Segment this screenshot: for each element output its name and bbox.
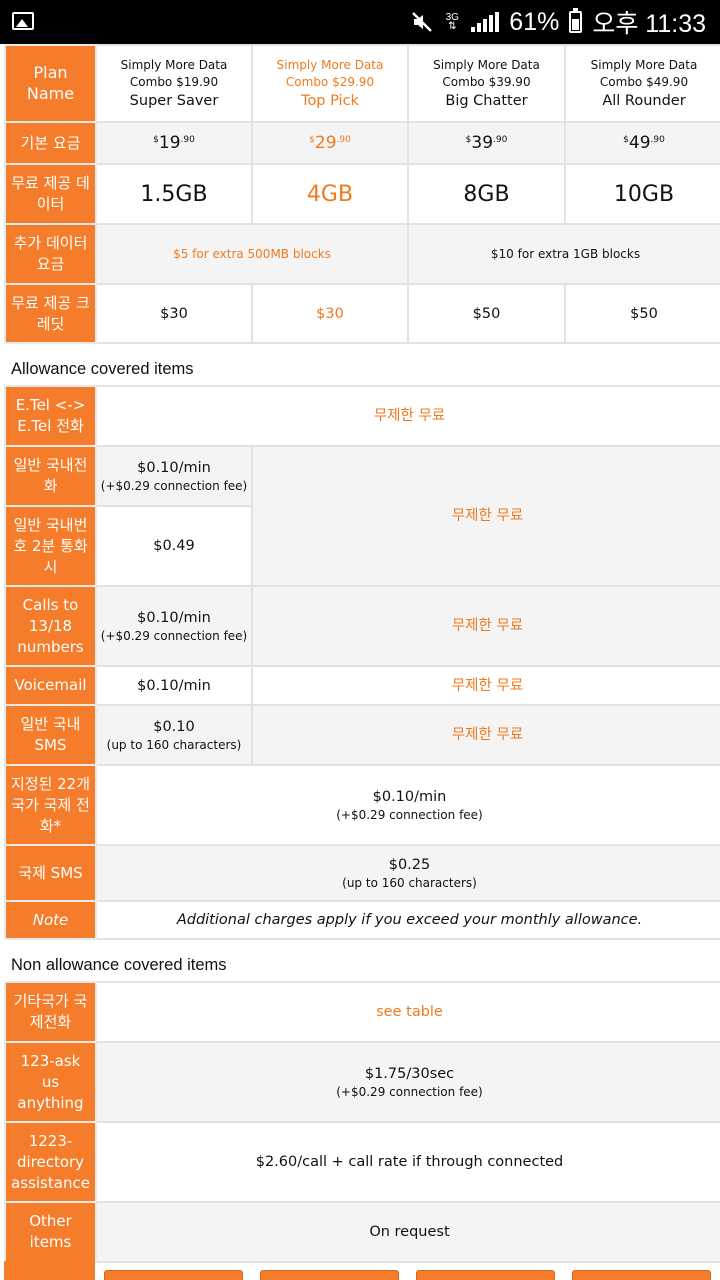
data-big-chatter: 8GB	[407, 163, 566, 225]
plan-cell-top-pick: Simply More Data Combo $29.90 Top Pick	[251, 44, 409, 123]
see-table-link[interactable]: see table	[95, 981, 720, 1043]
signal-icon	[471, 12, 500, 32]
extra-data-label: 추가 데이터 요금	[4, 223, 97, 285]
local-call-row: 일반 국내전화 $0.10/min (+$0.29 connection fee…	[4, 445, 720, 587]
non-allowance-table: 기타국가 국제전화 see table 123-ask us anything …	[4, 981, 720, 1263]
voicemail-row: Voicemail $0.10/min 무제한 무료	[4, 665, 720, 706]
gallery-icon	[12, 12, 34, 30]
extra-data-large-plans: $10 for extra 1GB blocks	[407, 223, 720, 285]
intl-22-row: 지정된 22개국가 국제 전화* $0.10/min (+$0.29 conne…	[4, 764, 720, 846]
mute-icon	[411, 11, 433, 33]
price-label: 기본 요금	[4, 121, 97, 165]
price-all-rounder: $49.90	[564, 121, 720, 165]
select-plan-button-2[interactable]	[260, 1270, 399, 1280]
other-intl-row: 기타국가 국제전화 see table	[4, 981, 720, 1043]
two-min-call-label: 일반 국내번호 2분 통화시	[4, 505, 97, 587]
etel-value: 무제한 무료	[95, 385, 720, 447]
note-value: Additional charges apply if you exceed y…	[95, 900, 720, 940]
intl-sms-row: 국제 SMS $0.25 (up to 160 characters)	[4, 844, 720, 902]
domestic-sms-label: 일반 국내 SMS	[4, 704, 97, 766]
plan-table: Plan Name Simply More Data Combo $19.90 …	[4, 44, 720, 344]
local-call-free-value: 무제한 무료	[251, 445, 720, 587]
credit-top-pick: $30	[251, 283, 409, 344]
ask-us-row: 123-ask us anything $1.75/30sec (+$0.29 …	[4, 1041, 720, 1123]
credit-super-saver: $30	[95, 283, 253, 344]
local-call-value: $0.10/min (+$0.29 connection fee)	[95, 445, 253, 507]
data-label: 무료 제공 데이터	[4, 163, 97, 225]
intl-22-value: $0.10/min (+$0.29 connection fee)	[95, 764, 720, 846]
battery-percent: 61%	[509, 7, 560, 36]
allowance-section-title: Allowance covered items	[11, 360, 194, 378]
extra-data-small-plans: $5 for extra 500MB blocks	[95, 223, 409, 285]
credit-big-chatter: $50	[407, 283, 566, 344]
calls-1318-label: Calls to 13/18 numbers	[4, 585, 97, 667]
directory-row: 1223-directory assistance $2.60/call + c…	[4, 1121, 720, 1203]
bottom-row-label	[4, 1261, 95, 1280]
voicemail-label: Voicemail	[4, 665, 97, 706]
plan-cell-all-rounder: Simply More Data Combo $49.90 All Rounde…	[564, 44, 720, 123]
select-plan-button-4[interactable]	[572, 1270, 711, 1280]
plan-cell-super-saver: Simply More Data Combo $19.90 Super Save…	[95, 44, 253, 123]
ask-us-value: $1.75/30sec (+$0.29 connection fee)	[95, 1041, 720, 1123]
other-intl-label: 기타국가 국제전화	[4, 981, 97, 1043]
data-top-pick: 4GB	[251, 163, 409, 225]
plan-name-row: Plan Name Simply More Data Combo $19.90 …	[4, 44, 720, 123]
local-call-label: 일반 국내전화	[4, 445, 97, 507]
calls-1318-value: $0.10/min (+$0.29 connection fee)	[95, 585, 253, 667]
data-row: 무료 제공 데이터 1.5GB 4GB 8GB 10GB	[4, 163, 720, 225]
other-items-label: Other items	[4, 1201, 97, 1263]
voicemail-value: $0.10/min	[95, 665, 253, 706]
allowance-table: E.Tel <-> E.Tel 전화 무제한 무료 일반 국내전화 $0.10/…	[4, 385, 720, 940]
directory-value: $2.60/call + call rate if through connec…	[95, 1121, 720, 1203]
clock: 오후 11:33	[592, 10, 706, 38]
price-top-pick: $29.90	[251, 121, 409, 165]
directory-label: 1223-directory assistance	[4, 1121, 97, 1203]
ask-us-label: 123-ask us anything	[4, 1041, 97, 1123]
credit-label: 무료 제공 크레딧	[4, 283, 97, 344]
domestic-sms-free-value: 무제한 무료	[251, 704, 720, 766]
battery-icon	[569, 8, 583, 33]
page-content: Plan Name Simply More Data Combo $19.90 …	[0, 44, 720, 1280]
select-plan-button-1[interactable]	[104, 1270, 243, 1280]
select-plan-button-3[interactable]	[416, 1270, 555, 1280]
data-super-saver: 1.5GB	[95, 163, 253, 225]
voicemail-free-value: 무제한 무료	[251, 665, 720, 706]
price-big-chatter: $39.90	[407, 121, 566, 165]
price-super-saver: $19.90	[95, 121, 253, 165]
etel-row: E.Tel <-> E.Tel 전화 무제한 무료	[4, 385, 720, 447]
domestic-sms-value: $0.10 (up to 160 characters)	[95, 704, 253, 766]
price-row: 기본 요금 $19.90 $29.90 $39.90 $49.90	[4, 121, 720, 165]
other-items-value: On request	[95, 1201, 720, 1263]
calls-1318-free-value: 무제한 무료	[251, 585, 720, 667]
calls-1318-row: Calls to 13/18 numbers $0.10/min (+$0.29…	[4, 585, 720, 667]
non-allowance-section-title: Non allowance covered items	[11, 956, 227, 974]
data-all-rounder: 10GB	[564, 163, 720, 225]
intl-22-label: 지정된 22개국가 국제 전화*	[4, 764, 97, 846]
intl-sms-value: $0.25 (up to 160 characters)	[95, 844, 720, 902]
credit-all-rounder: $50	[564, 283, 720, 344]
status-bar: 3G ⇅ 61% 오후 11:33	[0, 0, 720, 44]
credit-row: 무료 제공 크레딧 $30 $30 $50 $50	[4, 283, 720, 344]
etel-label: E.Tel <-> E.Tel 전화	[4, 385, 97, 447]
two-min-call-value: $0.49	[95, 505, 253, 587]
note-row: Note Additional charges apply if you exc…	[4, 900, 720, 940]
network-3g-icon: 3G ⇅	[445, 12, 459, 32]
domestic-sms-row: 일반 국내 SMS $0.10 (up to 160 characters) 무…	[4, 704, 720, 766]
plan-name-header: Plan Name	[4, 44, 97, 123]
other-items-row: Other items On request	[4, 1201, 720, 1263]
note-label: Note	[4, 900, 97, 940]
plan-cell-big-chatter: Simply More Data Combo $39.90 Big Chatte…	[407, 44, 566, 123]
extra-data-row: 추가 데이터 요금 $5 for extra 500MB blocks $10 …	[4, 223, 720, 285]
intl-sms-label: 국제 SMS	[4, 844, 97, 902]
